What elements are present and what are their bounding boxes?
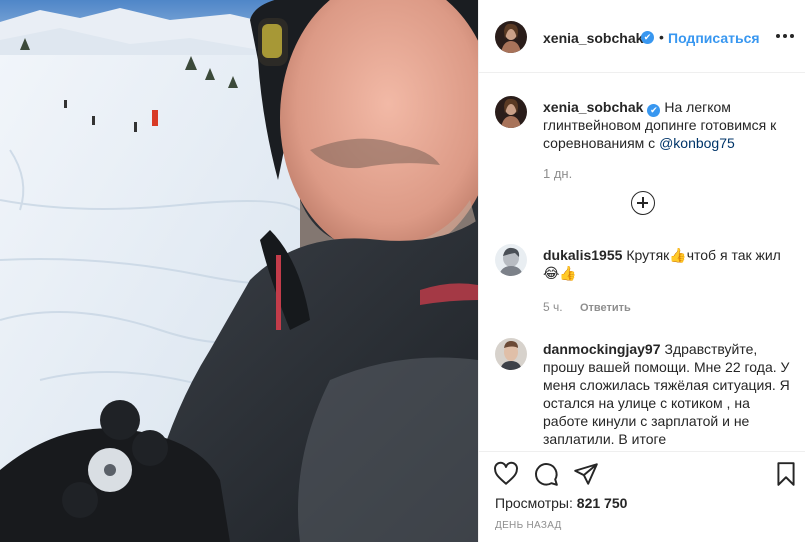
- view-count: Просмотры: 821 750: [495, 495, 627, 511]
- views-label: Просмотры:: [495, 495, 573, 511]
- caption-text-block: xenia_sobchak ✔ На легком глинтвейновом до…: [543, 98, 793, 152]
- author-username[interactable]: xenia_sobchak: [543, 30, 643, 46]
- comment-icon[interactable]: [533, 461, 561, 489]
- views-value: 821 750: [576, 495, 628, 511]
- comment-timestamp[interactable]: 5 ч.: [543, 300, 563, 314]
- verified-badge-icon: ✔: [641, 31, 654, 44]
- post-actions: Просмотры: 821 750 ДЕНЬ НАЗАД: [479, 451, 805, 542]
- comment-text-block: danmockingjay97 Здравствуйте, прошу вашей…: [543, 340, 793, 448]
- author-avatar[interactable]: [495, 21, 527, 53]
- caption-author[interactable]: xenia_sobchak: [543, 99, 643, 115]
- selfie-ski-slope-image: [0, 0, 478, 542]
- commenter-avatar[interactable]: [495, 338, 527, 370]
- post-sidebar: xenia_sobchak ✔ • Подписаться xenia_sobc…: [478, 0, 805, 542]
- bookmark-icon[interactable]: [773, 461, 801, 489]
- post-date[interactable]: ДЕНЬ НАЗАД: [495, 520, 562, 531]
- commenter-username[interactable]: dukalis1955: [543, 247, 622, 263]
- caption-mention-link[interactable]: @konbog75: [659, 135, 735, 151]
- comment-text-block: dukalis1955 Крутяк👍чтоб я так жил😂👍: [543, 246, 793, 282]
- comment-meta: 5 ч. Ответить: [543, 300, 631, 314]
- paper-plane-icon[interactable]: [573, 461, 601, 489]
- commenter-avatar[interactable]: [495, 244, 527, 276]
- author-avatar[interactable]: [495, 96, 527, 128]
- commenter-username[interactable]: danmockingjay97: [543, 341, 661, 357]
- more-options-icon[interactable]: [773, 24, 797, 48]
- reply-button[interactable]: Ответить: [580, 302, 631, 314]
- follow-button[interactable]: Подписаться: [668, 30, 760, 46]
- plus-circle-icon[interactable]: [631, 191, 655, 215]
- heart-icon[interactable]: [493, 461, 521, 489]
- post-video[interactable]: [0, 0, 478, 542]
- comments-list[interactable]: xenia_sobchak ✔ На легком глинтвейновом до…: [479, 74, 805, 451]
- post-header: xenia_sobchak ✔ • Подписаться: [479, 0, 805, 73]
- caption-timestamp[interactable]: 1 дн.: [543, 166, 572, 181]
- verified-badge-icon: ✔: [647, 104, 661, 117]
- separator-dot: •: [659, 29, 664, 45]
